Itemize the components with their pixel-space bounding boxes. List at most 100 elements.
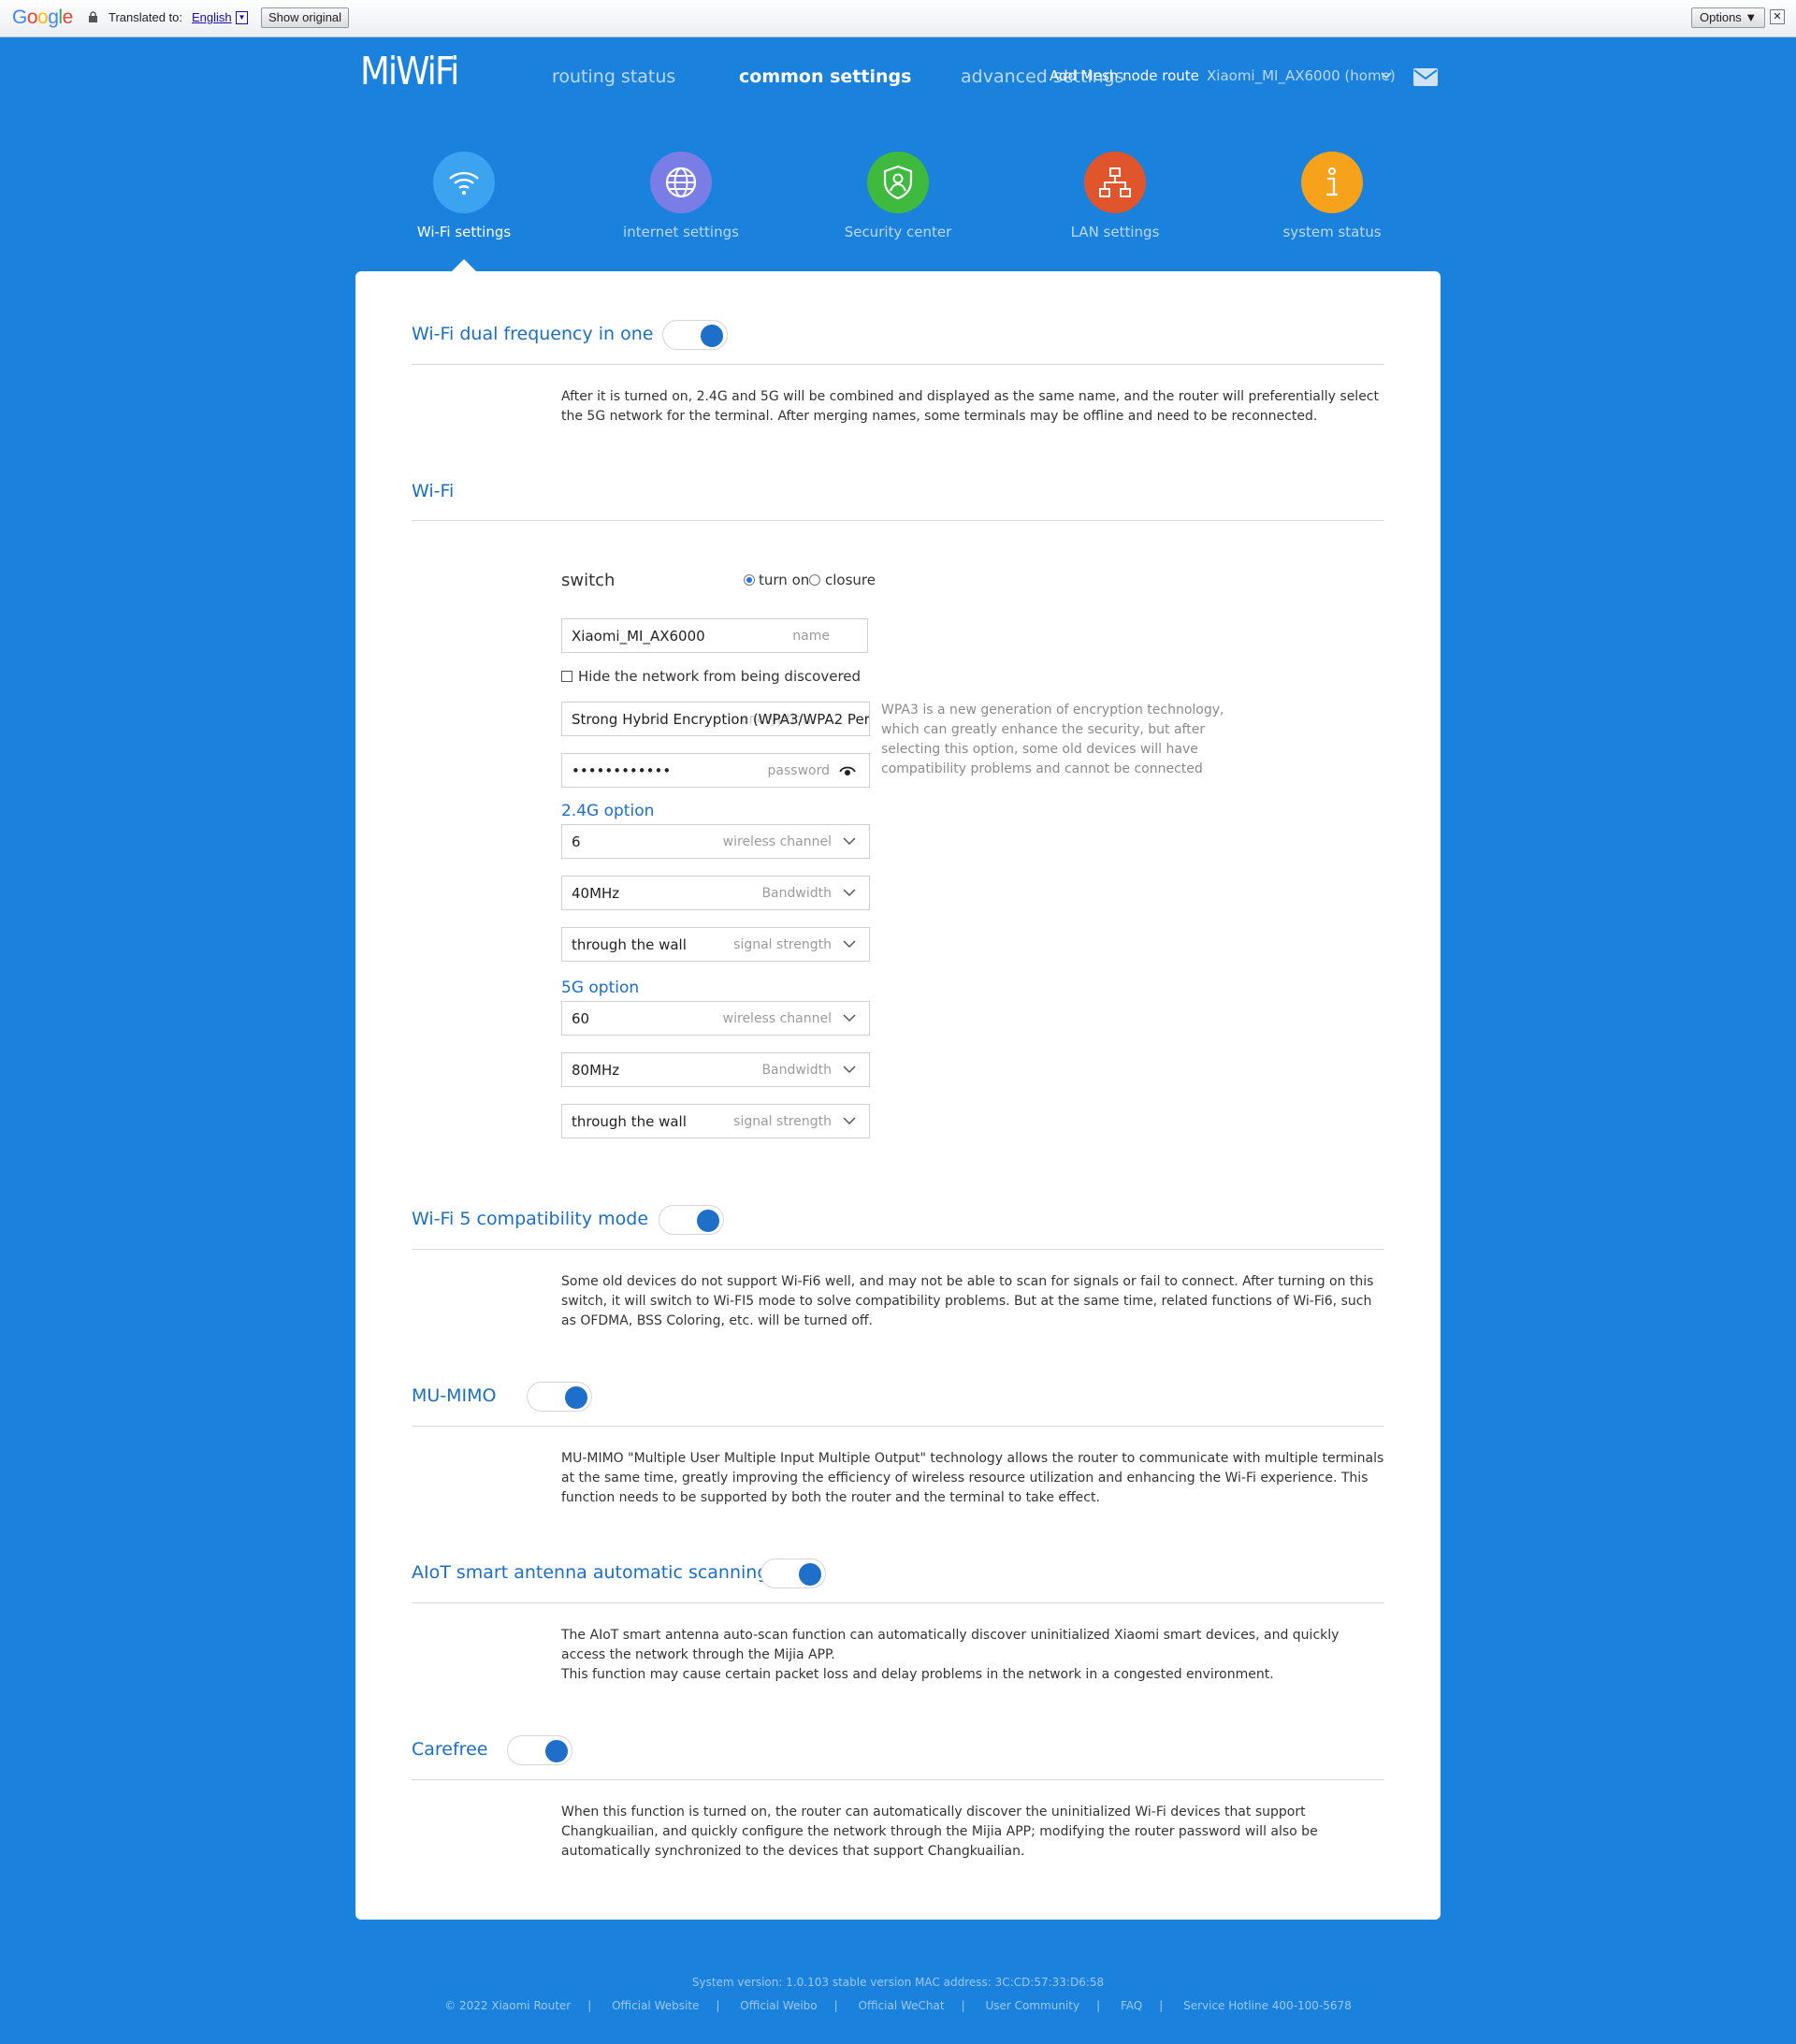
signal-24g-select[interactable]: through the wall signal strength: [561, 927, 870, 962]
mumimo-title: MU-MIMO: [412, 1385, 497, 1406]
input-value: 60: [572, 1010, 590, 1027]
input-value: through the wall: [572, 1113, 687, 1130]
aiot-title: AIoT smart antenna automatic scanning: [412, 1562, 769, 1583]
category-system-status[interactable]: system status: [1238, 152, 1426, 240]
input-placeholder: password: [767, 763, 830, 778]
language-link[interactable]: English: [192, 10, 232, 24]
hide-network-label[interactable]: Hide the network from being discovered: [578, 668, 861, 685]
miwifi-logo[interactable]: MiWiFi: [360, 49, 459, 94]
info-icon: [1301, 152, 1363, 213]
input-value: 80MHz: [572, 1062, 620, 1079]
category-lan-settings[interactable]: LAN settings: [1021, 152, 1209, 240]
carefree-title: Carefree: [412, 1739, 488, 1760]
aiot-description-line1: The AIoT smart antenna auto-scan functio…: [561, 1628, 1340, 1662]
category-label: LAN settings: [1070, 224, 1160, 240]
input-placeholder: name: [792, 629, 830, 644]
user-community-link[interactable]: User Community: [985, 1999, 1079, 2012]
category-label: Security center: [844, 224, 952, 240]
category-label: internet settings: [623, 224, 739, 240]
mail-icon[interactable]: [1413, 68, 1438, 86]
chevron-down-icon: [843, 1014, 856, 1022]
faq-link[interactable]: FAQ: [1121, 1999, 1142, 2012]
toggle-knob: [701, 325, 723, 347]
category-wifi-settings[interactable]: Wi-Fi settings: [370, 152, 558, 240]
nav-routing-status[interactable]: routing status: [552, 66, 675, 87]
input-placeholder: Bandwidth: [761, 1063, 832, 1078]
lock-icon: [89, 11, 97, 22]
input-value: Strong Hybrid Encryption (WPA3/WPA2 Pers…: [572, 711, 869, 728]
carefree-toggle[interactable]: [507, 1735, 572, 1765]
active-category-pointer: [452, 259, 476, 271]
router-name-dropdown[interactable]: Xiaomi_MI_AX6000 (home): [1207, 67, 1396, 84]
divider: [412, 520, 1384, 521]
switch-label: switch: [561, 571, 616, 590]
channel-24g-select[interactable]: 6 wireless channel: [561, 824, 870, 859]
toggle-knob: [697, 1210, 719, 1232]
wifi5-compat-toggle[interactable]: [659, 1205, 724, 1235]
turn-on-radio[interactable]: [744, 574, 755, 586]
chevron-down-icon: [843, 940, 856, 949]
input-placeholder: Bandwidth: [761, 886, 832, 901]
category-security-center[interactable]: Security center: [804, 152, 992, 240]
wpa3-hint: WPA3 is a new generation of encryption t…: [881, 703, 1224, 776]
input-value: 6: [572, 834, 581, 850]
wifi5-compat-title: Wi-Fi 5 compatibility mode: [412, 1209, 649, 1229]
category-internet-settings[interactable]: internet settings: [587, 152, 775, 240]
translated-to-label: Translated to:: [109, 10, 183, 24]
official-weibo-link[interactable]: Official Weibo: [740, 1999, 817, 2012]
hide-network-checkbox[interactable]: [561, 671, 572, 682]
show-original-button[interactable]: Show original: [261, 7, 350, 28]
input-value: Xiaomi_MI_AX6000: [572, 628, 705, 645]
settings-card: Wi-Fi dual frequency in one After it is …: [355, 271, 1441, 1920]
chevron-down-icon: [843, 837, 856, 846]
input-placeholder: signal strength: [733, 937, 832, 952]
options-button[interactable]: Options ▼: [1691, 7, 1766, 28]
footer-links: © 2022 Xiaomi Router | Official Website | …: [444, 1999, 1352, 2012]
divider: [412, 1426, 1384, 1427]
language-dropdown-icon[interactable]: ▼: [236, 11, 248, 24]
encryption-select[interactable]: encryption Strong Hybrid Encryption (WPA…: [561, 702, 870, 736]
input-value: 40MHz: [572, 885, 620, 902]
dual-frequency-description: After it is turned on, 2.4G and 5G will …: [561, 389, 1379, 424]
close-icon[interactable]: ✕: [1770, 9, 1785, 24]
closure-label[interactable]: closure: [825, 572, 876, 588]
channel-5g-select[interactable]: 60 wireless channel: [561, 1001, 870, 1036]
divider: [412, 1602, 1384, 1603]
toggle-knob: [565, 1386, 587, 1409]
official-website-link[interactable]: Official Website: [612, 1999, 699, 2012]
wifi-name-input[interactable]: Xiaomi_MI_AX6000 name: [561, 618, 868, 653]
input-value: ••••••••••••: [572, 762, 672, 779]
wifi5-compat-description: Some old devices do not support Wi-Fi6 w…: [561, 1274, 1374, 1328]
system-version: System version: 1.0.103 stable version M…: [691, 1976, 1105, 1989]
category-label: system status: [1282, 224, 1382, 240]
bandwidth-24g-select[interactable]: 40MHz Bandwidth: [561, 876, 870, 910]
chevron-down-icon: [843, 889, 856, 897]
chevron-down-icon: [843, 1065, 856, 1074]
add-mesh-node-link[interactable]: Add Mesh node route: [1050, 67, 1199, 84]
option-24g-title: 2.4G option: [561, 802, 655, 820]
bandwidth-5g-select[interactable]: 80MHz Bandwidth: [561, 1052, 870, 1087]
official-wechat-link[interactable]: Official WeChat: [859, 1999, 945, 2012]
closure-radio[interactable]: [809, 574, 820, 586]
google-logo: Google: [12, 7, 73, 28]
divider: [412, 1249, 1384, 1250]
globe-icon: [650, 152, 712, 213]
password-input[interactable]: •••••••••••• password: [561, 753, 870, 788]
turn-on-label[interactable]: turn on: [759, 572, 809, 588]
dual-frequency-toggle[interactable]: [662, 320, 728, 350]
signal-5g-select[interactable]: through the wall signal strength: [561, 1104, 870, 1138]
aiot-toggle[interactable]: [760, 1558, 826, 1588]
service-hotline: Service Hotline 400-100-5678: [1183, 1999, 1352, 2012]
chevron-down-icon[interactable]: [1380, 71, 1393, 80]
mumimo-description: MU-MIMO "Multiple User Multiple Input Mu…: [561, 1451, 1384, 1505]
divider: [412, 364, 1384, 365]
shield-icon: [867, 152, 929, 213]
mumimo-toggle[interactable]: [527, 1382, 592, 1412]
wifi-icon: [433, 152, 495, 213]
category-label: Wi-Fi settings: [416, 224, 512, 240]
option-5g-title: 5G option: [561, 979, 640, 997]
chevron-down-icon: [843, 1117, 856, 1125]
nav-common-settings[interactable]: common settings: [739, 66, 911, 87]
copyright: © 2022 Xiaomi Router: [444, 1999, 572, 2012]
eye-icon[interactable]: [839, 765, 856, 776]
